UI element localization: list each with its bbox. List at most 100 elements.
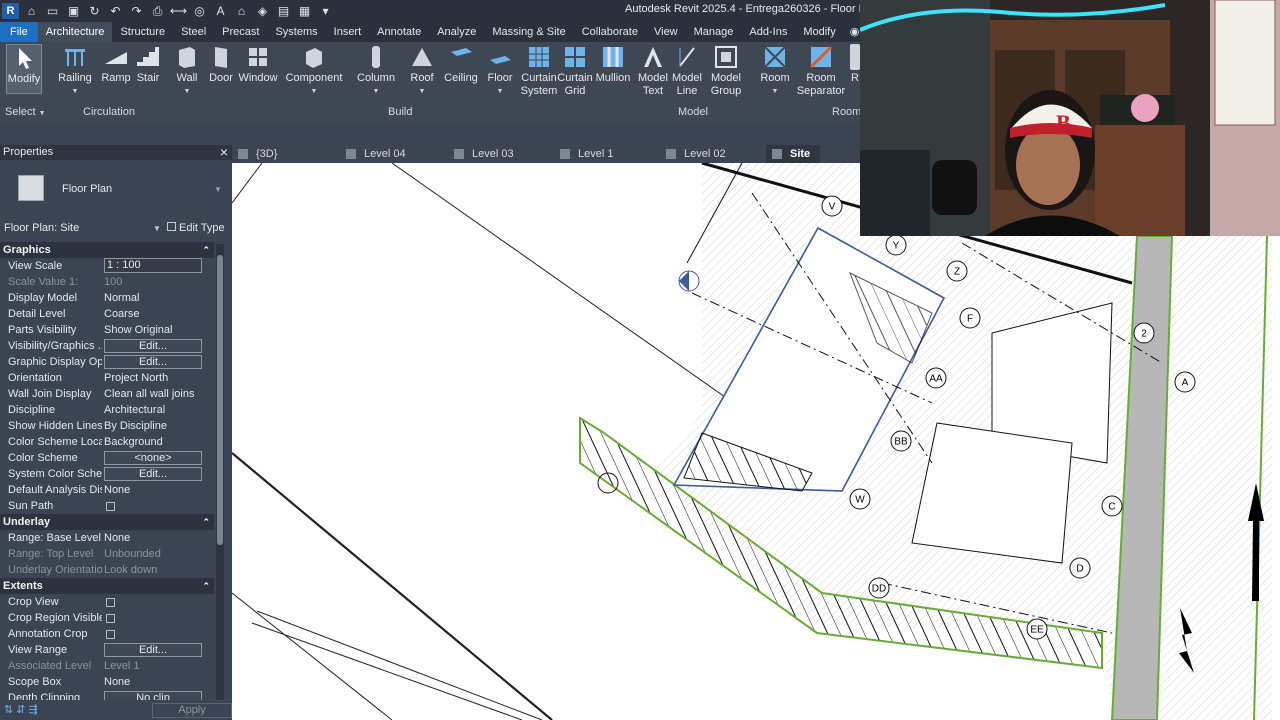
ceiling-button[interactable]: Ceiling — [443, 44, 479, 85]
room-separator-button[interactable]: Room Separator — [796, 44, 846, 98]
tab-collaborate[interactable]: Collaborate — [574, 22, 646, 42]
property-value[interactable]: 1 : 100 — [104, 258, 202, 273]
tab-add-ins[interactable]: Add-Ins — [741, 22, 795, 42]
model-line-button[interactable]: Model Line — [670, 44, 704, 98]
tab-precast[interactable]: Precast — [214, 22, 267, 42]
component-button[interactable]: Component ▼ — [286, 44, 342, 98]
collapse-icon[interactable]: ⌃ — [202, 578, 210, 594]
model-group-button[interactable]: Model Group — [706, 44, 746, 98]
section-extents[interactable]: Extents ⌃ — [0, 578, 214, 594]
view-tabs: {3D} Level 04 Level 03 Level 1 Level 02 Site — [232, 145, 860, 163]
group-select[interactable]: Select ▼ — [5, 106, 46, 118]
wall-button[interactable]: Wall ▼ — [172, 44, 202, 98]
column-button[interactable]: Column ▼ — [356, 44, 396, 98]
view-tab[interactable]: Site — [766, 145, 821, 163]
window-button[interactable]: Window — [238, 44, 278, 85]
chevron-down-icon[interactable]: ▼ — [214, 185, 222, 194]
undo-icon[interactable]: ↶ — [107, 3, 124, 19]
property-edit-button[interactable]: Edit... — [104, 467, 202, 481]
grid-label: BB — [894, 437, 908, 448]
edit-type-button[interactable]: Edit Type — [167, 220, 225, 237]
type-selector[interactable]: Floor Plan — [62, 183, 112, 195]
apply-button[interactable]: Apply — [152, 703, 232, 718]
home-icon[interactable]: ⌂ — [23, 3, 40, 19]
checkbox[interactable] — [106, 630, 115, 639]
3d-view-icon[interactable]: ⌂ — [233, 3, 250, 19]
group-room: Room — [832, 106, 862, 118]
tab-modify[interactable]: Modify — [795, 22, 843, 42]
collapse-icon[interactable]: ⌃ — [202, 242, 210, 258]
drawing-canvas[interactable]: V Y Z F AA BB W DD EE D C A 2 — [232, 163, 1280, 720]
ramp-button[interactable]: Ramp — [101, 44, 131, 85]
tab-structure[interactable]: Structure — [112, 22, 173, 42]
tag-icon[interactable]: ◎ — [191, 3, 208, 19]
sync-icon[interactable]: ↻ — [86, 3, 103, 19]
collapse-icon[interactable]: ⌃ — [202, 514, 210, 530]
roof-button[interactable]: Roof ▼ — [406, 44, 438, 98]
room-button[interactable]: Room ▼ — [758, 44, 792, 98]
property-edit-button[interactable]: <none> — [104, 451, 202, 465]
section-graphics[interactable]: Graphics ⌃ — [0, 242, 214, 258]
property-edit-button[interactable]: Edit... — [104, 643, 202, 657]
door-button[interactable]: Door — [206, 44, 236, 85]
floor-plan-icon — [560, 149, 570, 159]
open-icon[interactable]: ▭ — [44, 3, 61, 19]
property-row: Default Analysis Dis...None — [0, 482, 214, 498]
checkbox[interactable] — [106, 598, 115, 607]
curtain-grid-button[interactable]: Curtain Grid — [556, 44, 594, 98]
checkbox[interactable] — [106, 614, 115, 623]
properties-scroll-thumb[interactable] — [217, 255, 223, 545]
tab-insert[interactable]: Insert — [326, 22, 370, 42]
section-icon[interactable]: ◈ — [254, 3, 271, 19]
modify-button[interactable]: Modify — [6, 44, 42, 94]
property-value: Level 1 — [104, 660, 140, 672]
close-icon[interactable]: × — [220, 145, 228, 159]
property-edit-button[interactable]: Edit... — [104, 355, 202, 369]
room-tag-button[interactable]: R — [850, 44, 860, 85]
customize-caret-icon[interactable]: ▾ — [317, 3, 334, 19]
view-tab[interactable]: Level 04 — [340, 145, 448, 163]
curtain-system-button[interactable]: Curtain System — [520, 44, 558, 98]
model-text-icon — [644, 47, 662, 67]
roof-label: Roof — [410, 72, 434, 84]
save-icon[interactable]: ▣ — [65, 3, 82, 19]
railing-button[interactable]: Railing ▼ — [58, 44, 92, 98]
tab-systems[interactable]: Systems — [267, 22, 325, 42]
properties-footer: ⇅ ⇵ ⇶ Apply — [0, 700, 232, 720]
stair-button[interactable]: Stair — [134, 44, 162, 85]
floor-button[interactable]: Floor ▼ — [484, 44, 516, 98]
measure-icon[interactable]: ⟷ — [170, 3, 187, 19]
view-tab[interactable]: {3D} — [232, 145, 340, 163]
tab-view[interactable]: View — [646, 22, 686, 42]
text-icon[interactable]: A — [212, 3, 229, 19]
property-value: Architectural — [104, 404, 166, 416]
property-edit-button[interactable]: Edit... — [104, 339, 202, 353]
revit-logo-icon[interactable]: R — [2, 3, 19, 19]
switch-windows-icon[interactable]: ▦ — [296, 3, 313, 19]
view-tab[interactable]: Level 03 — [448, 145, 554, 163]
tab-steel[interactable]: Steel — [173, 22, 214, 42]
tab-file[interactable]: File — [0, 22, 38, 42]
model-text-button[interactable]: Model Text — [636, 44, 670, 98]
property-value: None — [104, 484, 131, 496]
property-value: Look down — [104, 564, 158, 576]
checkbox[interactable] — [106, 502, 115, 511]
tab-analyze[interactable]: Analyze — [429, 22, 484, 42]
property-value: 100 — [104, 276, 123, 288]
view-tab[interactable]: Level 1 — [554, 145, 660, 163]
property-value: None — [104, 676, 131, 688]
sort-icon[interactable]: ⇅ ⇵ ⇶ — [4, 703, 38, 716]
redo-icon[interactable]: ↷ — [128, 3, 145, 19]
tab-massing-site[interactable]: Massing & Site — [484, 22, 573, 42]
tab-manage[interactable]: Manage — [686, 22, 742, 42]
section-underlay[interactable]: Underlay ⌃ — [0, 514, 214, 530]
view-tab[interactable]: Level 02 — [660, 145, 766, 163]
curtain-grid-label-1: Curtain — [557, 72, 593, 84]
room-tag-icon — [850, 44, 860, 70]
mullion-button[interactable]: Mullion — [594, 44, 632, 85]
tab-architecture[interactable]: Architecture — [37, 22, 113, 42]
tab-annotate[interactable]: Annotate — [369, 22, 429, 42]
close-hidden-icon[interactable]: ▤ — [275, 3, 292, 19]
print-icon[interactable]: ⎙ — [149, 3, 166, 19]
property-key: Sun Path — [8, 500, 54, 512]
